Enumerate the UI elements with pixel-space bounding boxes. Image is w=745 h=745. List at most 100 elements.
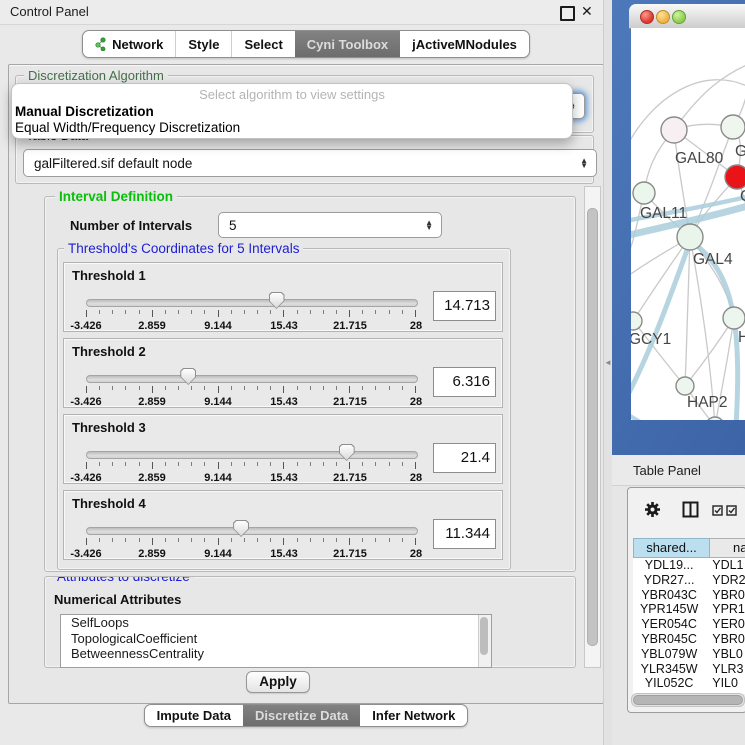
table-row[interactable]: YER054CYER0 [633, 617, 745, 632]
tick-mark [257, 310, 258, 314]
columns-icon[interactable] [682, 501, 699, 518]
network-node-label: C [740, 188, 745, 205]
attribute-list-item[interactable]: TopologicalCoefficient [61, 631, 491, 647]
tick-label: 2.859 [138, 396, 166, 408]
tick-mark [375, 310, 376, 314]
network-node[interactable] [721, 115, 745, 139]
tab-select[interactable]: Select [231, 31, 294, 57]
cell-name: YDL1 [705, 558, 745, 573]
threshold-panel: Threshold 1-3.4262.8599.14415.4321.71528… [63, 262, 503, 332]
dropdown-option-equal-width[interactable]: Equal Width/Frequency Discretization [15, 120, 240, 135]
network-node[interactable] [676, 377, 694, 395]
float-window-icon[interactable] [560, 6, 575, 21]
tick-mark [270, 538, 271, 542]
cell-name: YBR0 [705, 588, 745, 603]
tab-network[interactable]: Network [83, 31, 175, 57]
gear-icon[interactable] [644, 501, 661, 518]
tab-discretize-data[interactable]: Discretize Data [243, 705, 360, 726]
discretization-algorithm-legend: Discretization Algorithm [24, 68, 168, 83]
network-node-label: HAP2 [687, 394, 728, 411]
top-tab-bar: Network Style Select Cyni Toolbox jActiv… [0, 30, 612, 58]
tab-style[interactable]: Style [175, 31, 231, 57]
network-canvas[interactable]: GAL80GCGAL11GAL4HGCY1HAP2 [631, 28, 745, 420]
tick-mark [349, 386, 350, 393]
apply-button[interactable]: Apply [246, 671, 310, 693]
number-of-intervals-combobox[interactable]: 5 ▲▼ [218, 212, 442, 238]
cell-name: YLR3 [705, 662, 745, 677]
threshold-value-field[interactable]: 6.316 [433, 367, 496, 397]
network-node[interactable] [725, 165, 745, 189]
tab-impute-data[interactable]: Impute Data [145, 705, 243, 726]
threshold-value-field[interactable]: 14.713 [433, 291, 496, 321]
tab-jactivemnodules[interactable]: jActiveMNodules [400, 31, 529, 57]
thresholds-legend: Threshold's Coordinates for 5 Intervals [64, 241, 303, 256]
slider-tick-labels: -3.4262.8599.14415.4321.71528 [86, 548, 416, 560]
column-header-name[interactable]: na [710, 538, 745, 558]
minimize-traffic-light[interactable] [656, 10, 670, 24]
close-icon[interactable]: ✕ [581, 3, 593, 20]
attribute-list-item[interactable]: SelfLoops [61, 615, 491, 631]
tick-mark [152, 310, 153, 317]
cell-name: YPR1 [705, 602, 745, 617]
slider-track[interactable] [86, 451, 418, 459]
tick-label: 15.43 [270, 320, 298, 332]
divider-collapse-icon[interactable]: ◄ [604, 358, 612, 367]
dropdown-option-manual-discretization[interactable]: Manual Discretization [15, 104, 154, 119]
zoom-traffic-light[interactable] [672, 10, 686, 24]
slider-track[interactable] [86, 375, 418, 383]
tab-cyni-toolbox[interactable]: Cyni Toolbox [295, 31, 400, 57]
threshold-value-field[interactable]: 21.4 [433, 443, 496, 473]
table-row[interactable]: YDL19...YDL1 [633, 558, 745, 573]
tick-mark [86, 386, 87, 393]
tick-mark [349, 538, 350, 545]
table-horizontal-scrollbar[interactable] [631, 693, 745, 707]
tick-mark [323, 462, 324, 466]
number-of-intervals-label: Number of Intervals [70, 218, 192, 233]
table-row[interactable]: YPR145WYPR1 [633, 602, 745, 617]
attribute-list-item[interactable]: BetweennessCentrality [61, 646, 491, 662]
network-node-label: GAL11 [640, 205, 687, 222]
scrollbar-thumb[interactable] [587, 208, 598, 646]
tick-mark [112, 462, 113, 466]
tick-mark [204, 462, 205, 466]
settings-vertical-scrollbar[interactable] [584, 186, 601, 668]
slider-ticks [86, 538, 416, 546]
table-data-selected: galFiltered.sif default node [34, 156, 192, 171]
tick-mark [310, 310, 311, 314]
network-node[interactable] [631, 312, 642, 330]
tick-mark [218, 462, 219, 469]
slider-track[interactable] [86, 299, 418, 307]
column-header-shared-name[interactable]: shared... [633, 538, 710, 558]
threshold-value-field[interactable]: 11.344 [433, 519, 496, 549]
tab-infer-network[interactable]: Infer Network [360, 705, 467, 726]
tab-select-label: Select [244, 37, 282, 52]
checkbox-icons[interactable] [712, 505, 738, 516]
close-traffic-light[interactable] [640, 10, 654, 24]
threshold-label: Threshold 3 [72, 420, 146, 435]
cell-shared-name: YBR043C [633, 588, 705, 603]
network-node[interactable] [661, 117, 687, 143]
network-node[interactable] [677, 224, 703, 250]
network-node[interactable] [723, 307, 745, 329]
table-row[interactable]: YLR345WYLR3 [633, 662, 745, 677]
slider-track[interactable] [86, 527, 418, 535]
table-row[interactable]: YDR27...YDR2 [633, 573, 745, 588]
tick-mark [297, 538, 298, 542]
attributes-list-scrollbar[interactable] [478, 615, 491, 667]
tick-mark [415, 462, 416, 469]
table-row[interactable]: YIL052CYIL0 [633, 676, 745, 691]
tick-mark [231, 310, 232, 314]
network-node[interactable] [633, 182, 655, 204]
network-window-titlebar[interactable] [629, 4, 745, 29]
numerical-attributes-list: SelfLoopsTopologicalCoefficientBetweenne… [60, 614, 492, 668]
tick-mark [139, 538, 140, 542]
tick-mark [323, 386, 324, 390]
table-row[interactable]: YBR043CYBR0 [633, 588, 745, 603]
table-row[interactable]: YBL079WYBL0 [633, 647, 745, 662]
table-row[interactable]: YBR045CYBR0 [633, 632, 745, 647]
tick-mark [257, 386, 258, 390]
scrollbar-thumb[interactable] [633, 695, 743, 705]
tick-mark [191, 462, 192, 466]
scrollbar-thumb[interactable] [480, 617, 488, 655]
table-data-combobox[interactable]: galFiltered.sif default node ▲▼ [23, 149, 597, 177]
